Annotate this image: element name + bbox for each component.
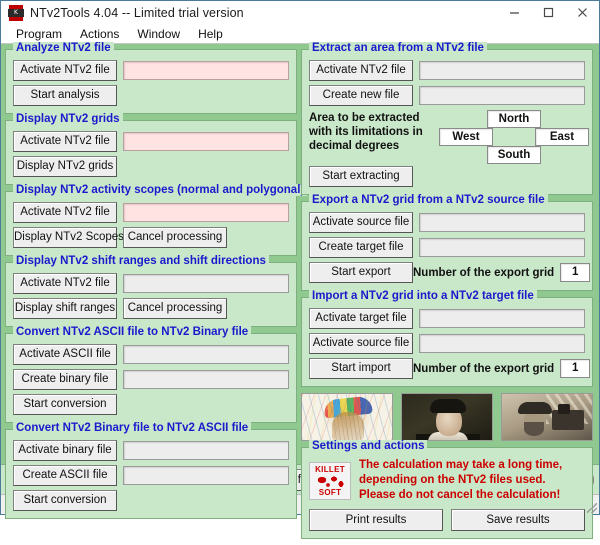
import-grid-number-input[interactable]: 1 (560, 359, 591, 378)
maximize-icon[interactable] (531, 1, 565, 24)
analyze-activate-ntv2-file-button[interactable]: Activate NTv2 file (13, 60, 117, 81)
left-column: Analyze NTv2 file Activate NTv2 file Sta… (5, 42, 308, 525)
import-activate-target-file-button[interactable]: Activate target file (309, 308, 413, 329)
start-analysis-button[interactable]: Start analysis (13, 85, 117, 106)
shift-cancel-processing-button[interactable]: Cancel processing (123, 298, 227, 319)
group-title: Settings and actions (309, 440, 428, 452)
save-results-button[interactable]: Save results (451, 509, 585, 531)
group-title: Export a NTv2 grid from a NTv2 source fi… (309, 194, 548, 206)
group-import-ntv2-grid: Import a NTv2 grid into a NTv2 target fi… (301, 290, 593, 387)
create-binary-file-button[interactable]: Create binary file (13, 369, 117, 390)
logo-bottom-text: SOFT (318, 487, 342, 497)
import-grid-number-label: Number of the export grid (413, 362, 555, 375)
logo-top-text: KILLET (315, 464, 345, 474)
extract-east-input[interactable]: East (535, 128, 589, 146)
right-column: Extract an area from a NTv2 file Activat… (301, 42, 593, 545)
photo-surveyor-instrument-image (501, 393, 593, 441)
export-activate-source-file-button[interactable]: Activate source file (309, 212, 413, 233)
import-source-field[interactable] (419, 334, 585, 353)
extract-bounds-compass: North West East South (439, 110, 589, 164)
calculation-warning-text: The calculation may take a long time, de… (359, 459, 563, 501)
display-ntv2-scopes-button[interactable]: Display NTv2 Scopes (13, 227, 124, 248)
export-grid-number-label: Number of the export grid (413, 266, 555, 279)
start-export-button[interactable]: Start export (309, 262, 413, 283)
analyze-file-field[interactable] (123, 61, 289, 80)
activate-ascii-file-button[interactable]: Activate ASCII file (13, 344, 117, 365)
export-source-field[interactable] (419, 213, 585, 232)
group-settings-and-actions: Settings and actions KILLET SOFT The cal… (301, 440, 593, 539)
close-icon[interactable] (565, 1, 599, 24)
binary-target-field[interactable] (123, 370, 289, 389)
shift-activate-ntv2-file-button[interactable]: Activate NTv2 file (13, 273, 117, 294)
grids-file-field[interactable] (123, 132, 289, 151)
extract-north-input[interactable]: North (487, 110, 541, 128)
portrait-gauss-image (401, 393, 493, 441)
extract-area-label: Area to be extracted with its limitation… (309, 112, 423, 152)
painting-surveyor-image (301, 393, 393, 441)
group-convert-binary-to-ascii: Convert NTv2 Binary file to NTv2 ASCII f… (5, 422, 297, 519)
import-activate-source-file-button[interactable]: Activate source file (309, 333, 413, 354)
start-import-button[interactable]: Start import (309, 358, 413, 379)
group-title: Display NTv2 grids (13, 113, 123, 125)
scopes-file-field[interactable] (123, 203, 289, 222)
resize-grip-icon[interactable] (585, 495, 599, 515)
window-title: NTv2Tools 4.04 -- Limited trial version (30, 5, 244, 20)
minimize-icon[interactable] (497, 1, 531, 24)
main-content: Analyze NTv2 file Activate NTv2 file Sta… (1, 42, 599, 539)
window-controls (497, 1, 599, 24)
group-title: Convert NTv2 ASCII file to NTv2 Binary f… (13, 326, 252, 338)
extract-south-input[interactable]: South (487, 146, 541, 164)
group-title: Analyze NTv2 file (13, 42, 114, 54)
grids-activate-ntv2-file-button[interactable]: Activate NTv2 file (13, 131, 117, 152)
group-title: Import a NTv2 grid into a NTv2 target fi… (309, 290, 537, 302)
application-window: K NTv2Tools 4.04 -- Limited trial versio… (0, 0, 600, 539)
group-extract-area: Extract an area from a NTv2 file Activat… (301, 42, 593, 195)
group-display-ntv2-grids: Display NTv2 grids Activate NTv2 file Di… (5, 113, 297, 185)
extract-source-field[interactable] (419, 61, 585, 80)
group-title: Display NTv2 activity scopes (normal and… (13, 184, 308, 196)
scopes-cancel-processing-button[interactable]: Cancel processing (123, 227, 227, 248)
group-convert-ascii-to-binary: Convert NTv2 ASCII file to NTv2 Binary f… (5, 326, 297, 423)
create-ascii-file-button[interactable]: Create ASCII file (13, 465, 117, 486)
extract-create-new-file-button[interactable]: Create new file (309, 85, 413, 106)
shift-file-field[interactable] (123, 274, 289, 293)
scopes-activate-ntv2-file-button[interactable]: Activate NTv2 file (13, 202, 117, 223)
ascii-to-binary-start-conversion-button[interactable]: Start conversion (13, 394, 117, 415)
group-display-shift-ranges: Display NTv2 shift ranges and shift dire… (5, 255, 297, 327)
title-bar: K NTv2Tools 4.04 -- Limited trial versio… (1, 1, 599, 24)
menu-item-program[interactable]: Program (7, 27, 71, 41)
app-icon: K (8, 4, 24, 21)
print-results-button[interactable]: Print results (309, 509, 443, 531)
display-shift-ranges-button[interactable]: Display shift ranges (13, 298, 117, 319)
import-target-field[interactable] (419, 309, 585, 328)
extract-area-zone: Area to be extracted with its limitation… (309, 110, 589, 164)
display-ntv2-grids-button[interactable]: Display NTv2 grids (13, 156, 117, 177)
export-grid-number-input[interactable]: 1 (560, 263, 591, 282)
group-title: Display NTv2 shift ranges and shift dire… (13, 255, 269, 267)
group-title: Convert NTv2 Binary file to NTv2 ASCII f… (13, 422, 252, 434)
export-create-target-file-button[interactable]: Create target file (309, 237, 413, 258)
group-title: Extract an area from a NTv2 file (309, 42, 487, 54)
menu-item-help[interactable]: Help (189, 27, 232, 41)
extract-west-input[interactable]: West (439, 128, 493, 146)
ascii-source-field[interactable] (123, 345, 289, 364)
menu-bar: Program Actions Window Help (1, 24, 599, 44)
world-map-icon (314, 473, 346, 489)
group-export-ntv2-grid: Export a NTv2 grid from a NTv2 source fi… (301, 194, 593, 291)
activate-binary-file-button[interactable]: Activate binary file (13, 440, 117, 461)
ascii-target-field[interactable] (123, 466, 289, 485)
binary-to-ascii-start-conversion-button[interactable]: Start conversion (13, 490, 117, 511)
group-display-activity-scopes: Display NTv2 activity scopes (normal and… (5, 184, 308, 256)
killetsoft-logo-icon: KILLET SOFT (309, 461, 351, 500)
binary-source-field[interactable] (123, 441, 289, 460)
group-analyze-ntv2-file: Analyze NTv2 file Activate NTv2 file Sta… (5, 42, 297, 114)
start-extracting-button[interactable]: Start extracting (309, 166, 413, 187)
extract-activate-ntv2-file-button[interactable]: Activate NTv2 file (309, 60, 413, 81)
extract-target-field[interactable] (419, 86, 585, 105)
menu-item-window[interactable]: Window (128, 27, 189, 41)
picture-strip (301, 393, 593, 441)
export-target-field[interactable] (419, 238, 585, 257)
menu-item-actions[interactable]: Actions (71, 27, 128, 41)
